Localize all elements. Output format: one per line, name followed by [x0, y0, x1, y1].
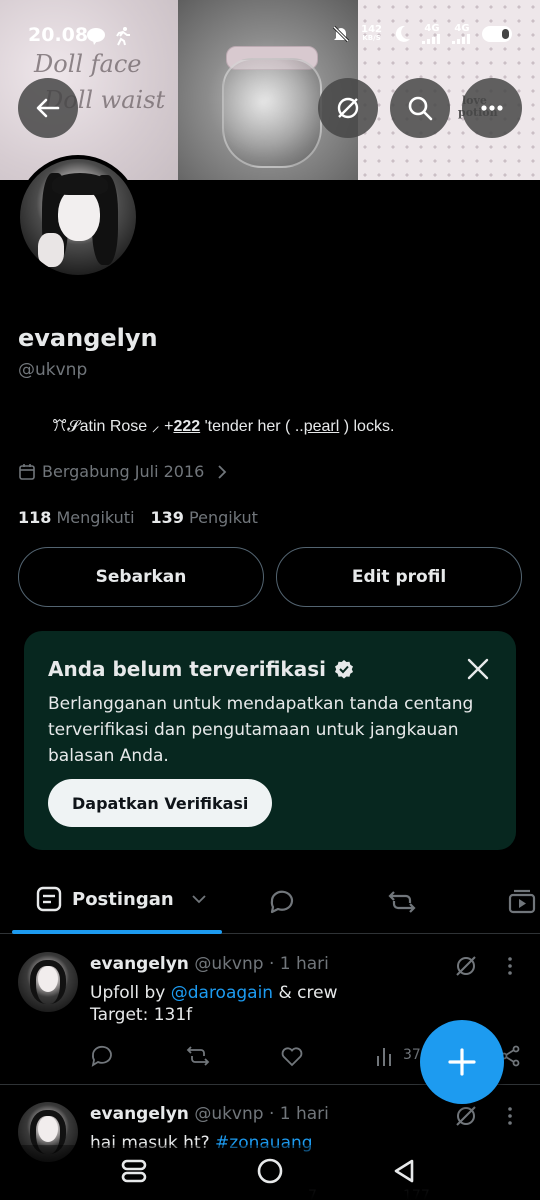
post-meta: @ukvnp · 1 hari	[194, 954, 329, 974]
followers-label: Pengikut	[189, 508, 258, 527]
post-header: evangelyn @ukvnp · 1 hari	[90, 954, 329, 974]
mute-bell-icon	[333, 25, 350, 43]
avatar-hand	[38, 233, 64, 267]
arrow-left-icon	[36, 98, 60, 118]
more-dots-icon	[481, 105, 503, 111]
bio-suffix: ) locks.	[339, 418, 395, 435]
joined-label: Bergabung Juli 2016	[42, 462, 205, 481]
post-text: Upfoll by @daroagain & crew Target: 131f	[90, 982, 337, 1026]
grok-button[interactable]	[318, 78, 378, 138]
verification-title: Anda belum terverifikasi	[48, 657, 354, 681]
grok-icon[interactable]	[454, 1104, 478, 1128]
verification-card: Anda belum terverifikasi Berlangganan un…	[24, 631, 516, 850]
jar-image	[222, 58, 322, 168]
following-label: Mengikuti	[56, 508, 135, 527]
tab-posts-label: Postingan	[72, 888, 174, 910]
status-time: 20.08	[28, 24, 89, 46]
network-speed: 142 KB/S	[361, 25, 382, 43]
avatar-face	[58, 187, 100, 241]
bio-number: 222	[173, 418, 201, 435]
grok-icon[interactable]	[454, 954, 478, 978]
recent-apps-icon[interactable]	[118, 1155, 150, 1187]
profile-handle: @ukvnp	[18, 360, 88, 380]
back-triangle-icon[interactable]	[388, 1155, 420, 1187]
more-button[interactable]	[462, 78, 522, 138]
avatar-fringe	[52, 173, 108, 195]
verified-badge-icon	[334, 660, 353, 679]
network-speed-value: 142	[361, 24, 382, 35]
follow-stats: 118 Mengikuti 139 Pengikut	[18, 508, 258, 527]
chevron-down-icon	[192, 895, 206, 904]
close-icon[interactable]	[466, 657, 490, 681]
status-bar: 20.08 142 KB/S 4G 4G	[0, 18, 540, 54]
post-author[interactable]: evangelyn	[90, 954, 189, 974]
chevron-right-icon	[218, 464, 227, 479]
get-verified-button[interactable]: Dapatkan Verifikasi	[48, 779, 273, 827]
status-left-icons	[86, 26, 132, 46]
battery-icon	[482, 26, 512, 42]
post-text-pre: Upfoll by	[90, 983, 171, 1003]
post-header: evangelyn @ukvnp · 1 hari	[90, 1104, 329, 1124]
media-tab-icon[interactable]	[508, 888, 536, 916]
post-avatar-face	[38, 966, 58, 992]
repost-icon[interactable]	[186, 1044, 210, 1068]
following-link[interactable]: 118 Mengikuti	[18, 508, 135, 527]
network-speed-unit: KB/S	[362, 34, 381, 42]
post-avatar-face	[38, 1116, 58, 1142]
reposts-tab-icon[interactable]	[388, 888, 416, 916]
search-button[interactable]	[390, 78, 450, 138]
post-avatar[interactable]	[18, 952, 78, 1012]
profile-name: evangelyn	[18, 324, 158, 352]
plus-icon	[448, 1048, 476, 1076]
status-right-icons: 142 KB/S 4G 4G	[331, 24, 512, 44]
profile-bio: ꔫ𝓢atin Rose ⸝ +222 'tender her ( ..pearl…	[52, 414, 394, 436]
joined-date[interactable]: Bergabung Juli 2016	[18, 462, 230, 481]
signal-bars-icon	[422, 34, 440, 44]
post-meta: @ukvnp · 1 hari	[194, 1104, 329, 1124]
replies-tab-icon[interactable]	[268, 888, 296, 916]
banner-text-1: Doll face	[34, 50, 142, 78]
home-circle-icon[interactable]	[254, 1155, 286, 1187]
views-count: 37	[403, 1047, 421, 1063]
system-nav-bar	[0, 1145, 540, 1200]
following-count: 118	[18, 508, 52, 527]
verification-title-text: Anda belum terverifikasi	[48, 657, 326, 681]
signal-bars-icon	[452, 34, 470, 44]
verification-body: Berlangganan untuk mendapatkan tanda cen…	[48, 694, 474, 766]
activity-run-icon	[116, 27, 130, 46]
followers-link[interactable]: 139 Pengikut	[151, 508, 258, 527]
signal-2-label: 4G	[454, 23, 470, 34]
tab-posts[interactable]: Postingan	[36, 886, 208, 912]
compose-post-button[interactable]	[420, 1020, 504, 1104]
bio-prefix: ꔫ𝓢atin Rose ⸝ +	[52, 418, 174, 435]
like-heart-icon[interactable]	[280, 1044, 304, 1068]
bio-mid: 'tender her ( ..	[200, 418, 304, 435]
signal-1-label: 4G	[424, 23, 440, 34]
reply-icon[interactable]	[90, 1044, 114, 1068]
post-menu-icon[interactable]	[498, 1104, 522, 1128]
calendar-icon	[19, 463, 35, 480]
line-app-icon	[87, 28, 105, 45]
bio-link[interactable]: pearl	[304, 418, 340, 435]
followers-count: 139	[150, 508, 184, 527]
edit-profile-button[interactable]: Edit profil	[276, 547, 522, 607]
post-text-post: & crew	[273, 983, 338, 1003]
post-menu-icon[interactable]	[498, 954, 522, 978]
search-icon	[408, 96, 433, 121]
tab-active-indicator	[12, 930, 222, 934]
grok-icon	[337, 97, 359, 119]
post-mention-link[interactable]: @daroagain	[171, 983, 273, 1003]
posts-icon	[36, 886, 62, 912]
views-chart-icon[interactable]	[374, 1044, 398, 1068]
back-button[interactable]	[18, 78, 78, 138]
moon-icon	[395, 25, 410, 42]
signal-1: 4G	[422, 24, 442, 44]
share-button[interactable]: Sebarkan	[18, 547, 264, 607]
post-text-line2: Target: 131f	[90, 1005, 193, 1025]
signal-2: 4G	[452, 24, 472, 44]
profile-tabs: Postingan	[0, 870, 540, 934]
post-author[interactable]: evangelyn	[90, 1104, 189, 1124]
profile-avatar[interactable]	[16, 155, 140, 279]
